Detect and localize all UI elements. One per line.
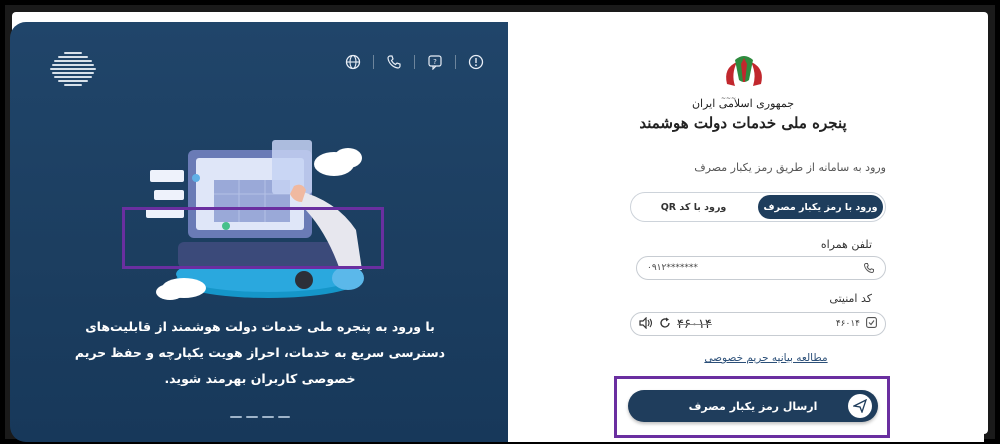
- carousel-dot[interactable]: [246, 416, 258, 418]
- portal-title: پنجره ملی خدمات دولت هوشمند: [639, 114, 847, 132]
- send-otp-button[interactable]: ارسال رمز یکبار مصرف: [628, 390, 878, 422]
- carousel-dot[interactable]: [230, 416, 242, 418]
- tab-otp[interactable]: ورود با رمز یکبار مصرف: [758, 195, 883, 219]
- security-code-label: کد امنیتی: [829, 292, 872, 305]
- chat-icon[interactable]: ?: [425, 52, 445, 72]
- carousel-dot[interactable]: [278, 416, 290, 418]
- divider: [414, 55, 415, 69]
- security-code-value[interactable]: ۴۶۰۱۴: [836, 319, 860, 329]
- phone-label: تلفن همراه: [820, 238, 872, 251]
- globe-icon[interactable]: [343, 52, 363, 72]
- security-code-field: ۴۶۰۱۴ ۴۶۰۱۴: [630, 312, 886, 336]
- phone-field[interactable]: ۰۹۱۲*******: [636, 256, 886, 280]
- intro-line-2: دسترسی سریع به خدمات، احراز هویت یکپارچه…: [74, 345, 446, 360]
- audio-captcha-icon[interactable]: [639, 316, 653, 332]
- carousel-dot[interactable]: [262, 416, 274, 418]
- emblem-caption: جمهوری اسلامی ایران: [691, 97, 795, 110]
- tab-qr[interactable]: ورود با کد QR: [631, 193, 756, 221]
- security-code-input[interactable]: ۴۶۰۱۴: [836, 317, 877, 331]
- refresh-captcha-icon[interactable]: [659, 317, 671, 332]
- login-method-tabs: ورود با رمز یکبار مصرف ورود با کد QR: [630, 192, 886, 222]
- captcha-image: ۴۶۰۱۴: [677, 316, 712, 332]
- svg-text:?: ?: [433, 58, 437, 66]
- divider: [373, 55, 374, 69]
- divider: [455, 55, 456, 69]
- checkbox-icon: [866, 317, 877, 331]
- login-subtitle: ورود به سامانه از طریق رمز یکبار مصرف: [694, 161, 886, 174]
- privacy-statement-link[interactable]: مطالعه بیانیه حریم خصوصی: [676, 352, 856, 364]
- phone-input-value[interactable]: ۰۹۱۲*******: [647, 263, 698, 273]
- intro-line-1: با ورود به پنجره ملی خدمات دولت هوشمند ا…: [85, 319, 435, 334]
- captcha-area: ۴۶۰۱۴: [639, 316, 712, 332]
- phone-icon: [863, 259, 875, 278]
- globe-logo-icon: [50, 52, 96, 86]
- send-icon: [848, 394, 872, 418]
- carousel-indicator[interactable]: [230, 416, 290, 418]
- intro-description: با ورود به پنجره ملی خدمات دولت هوشمند ا…: [32, 314, 488, 392]
- top-icon-bar: ?: [343, 52, 486, 72]
- info-icon[interactable]: [466, 52, 486, 72]
- send-otp-button-label: ارسال رمز یکبار مصرف: [688, 399, 818, 413]
- intro-line-3: خصوصی کاربران بهرمند شوید.: [164, 371, 356, 386]
- phone-highlight-box: [122, 207, 384, 269]
- phone-icon[interactable]: [384, 52, 404, 72]
